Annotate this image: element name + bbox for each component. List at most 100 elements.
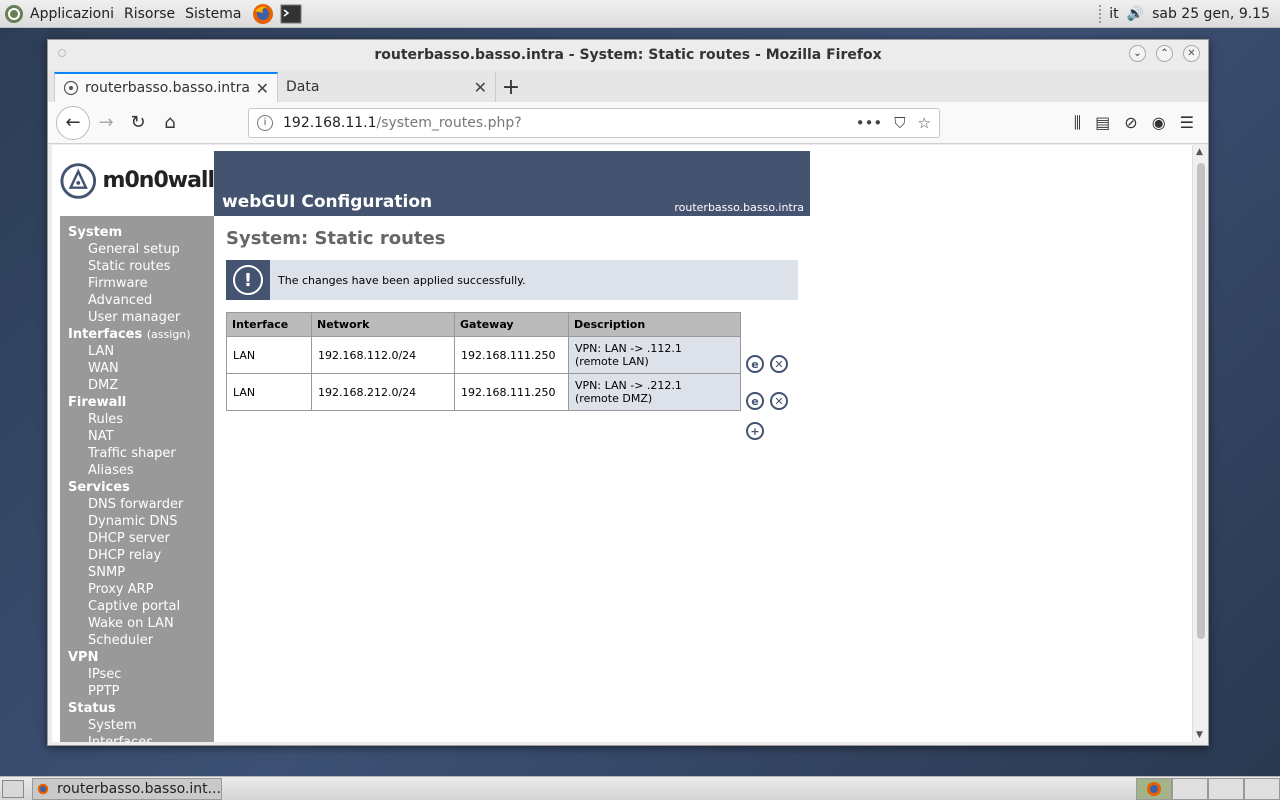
url-bar[interactable]: i 192.168.11.1 /system_routes.php? ••• ⛉… (248, 107, 940, 138)
scroll-down-icon[interactable]: ▼ (1196, 730, 1203, 740)
sidebar-item-dhcp-server[interactable]: DHCP server (60, 530, 214, 547)
sidebar-item-user-manager[interactable]: User manager (60, 309, 214, 326)
sidebar-item-aliases[interactable]: Aliases (60, 462, 214, 479)
menu-places[interactable]: Risorse (124, 6, 175, 22)
minimize-button[interactable]: ⌄ (1129, 45, 1146, 62)
m0n0wall-logo[interactable]: m0n0wall (60, 151, 215, 210)
sidebar-item-scheduler[interactable]: Scheduler (60, 632, 214, 649)
firefox-icon (1147, 781, 1161, 796)
close-window-button[interactable]: ✕ (1183, 45, 1200, 62)
workspace-4[interactable] (1244, 777, 1280, 800)
home-button[interactable]: ⌂ (154, 107, 186, 139)
header-title: webGUI Configuration (222, 192, 433, 212)
routes-table: Interface Network Gateway Description LA… (226, 312, 741, 411)
sidebar-section-status: Status (68, 701, 116, 716)
tab-static-routes[interactable]: routerbasso.basso.intra - System: Static… (54, 72, 278, 102)
workspace-switcher (1136, 777, 1280, 800)
maximize-button[interactable]: ⌃ (1156, 45, 1173, 62)
site-info-icon[interactable]: i (257, 114, 273, 131)
firefox-launcher-icon[interactable] (252, 3, 274, 25)
cell-network: 192.168.212.0/24 (311, 373, 455, 411)
sidebar-item-dhcp-relay[interactable]: DHCP relay (60, 547, 214, 564)
header-hostname: routerbasso.basso.intra (674, 201, 804, 214)
sidebar-item-dynamic-dns[interactable]: Dynamic DNS (60, 513, 214, 530)
no-script-icon[interactable]: ⊘ (1124, 113, 1137, 132)
page-title: System: Static routes (226, 228, 446, 249)
menu-system[interactable]: Sistema (185, 6, 241, 22)
bookmark-star-icon[interactable]: ☆ (918, 114, 931, 132)
delete-route-icon[interactable]: ✕ (770, 355, 788, 373)
tab-bar: routerbasso.basso.intra - System: Static… (48, 70, 1208, 102)
sidebar-item-wake-on-lan[interactable]: Wake on LAN (60, 615, 214, 632)
mate-menu-icon[interactable] (4, 4, 24, 24)
sidebar-item-dns-forwarder[interactable]: DNS forwarder (60, 496, 214, 513)
sidebar-item-nat[interactable]: NAT (60, 428, 214, 445)
new-tab-button[interactable]: + (496, 72, 526, 102)
reload-button[interactable]: ↻ (122, 107, 154, 139)
edit-route-icon[interactable]: e (746, 392, 764, 410)
sidebar-item-lan[interactable]: LAN (60, 343, 214, 360)
m0n0wall-logo-icon (60, 162, 97, 199)
sidebar-item-pptp[interactable]: PPTP (60, 683, 214, 700)
window-menu-dot[interactable] (58, 49, 66, 57)
scroll-up-icon[interactable]: ▲ (1196, 147, 1203, 157)
workspace-1[interactable] (1136, 777, 1172, 800)
hamburger-menu-icon[interactable]: ☰ (1180, 113, 1194, 132)
sidebar-item-captive-portal[interactable]: Captive portal (60, 598, 214, 615)
sidebar-section-firewall: Firewall (68, 395, 127, 410)
sidebar-item-proxy-arp[interactable]: Proxy ARP (60, 581, 214, 598)
sidebar-section-interfaces: Interfaces (assign) (60, 326, 214, 343)
table-row[interactable]: LAN 192.168.212.0/24 192.168.111.250 VPN… (226, 373, 741, 411)
sidebar-item-rules[interactable]: Rules (60, 411, 214, 428)
add-route-icon[interactable]: + (746, 422, 764, 440)
description-line: VPN: LAN -> .112.1 (575, 342, 682, 355)
window-titlebar[interactable]: routerbasso.basso.intra - System: Static… (48, 40, 1208, 70)
sidebar-item-snmp[interactable]: SNMP (60, 564, 214, 581)
sidebar-item-status-system[interactable]: System (60, 717, 214, 734)
pocket-icon[interactable]: ⛉ (894, 114, 905, 132)
edit-route-icon[interactable]: e (746, 355, 764, 373)
description-line: VPN: LAN -> .212.1 (575, 379, 682, 392)
workspace-3[interactable] (1208, 777, 1244, 800)
close-tab-icon[interactable]: ✕ (256, 79, 269, 98)
library-icon[interactable]: ⫼ (1074, 113, 1081, 133)
sidebar-item-ipsec[interactable]: IPsec (60, 666, 214, 683)
tab-data[interactable]: Data ✕ (278, 72, 496, 102)
header-band: webGUI Configuration routerbasso.basso.i… (214, 151, 810, 216)
menu-applications[interactable]: Applicazioni (30, 6, 114, 22)
column-header-network: Network (311, 312, 455, 337)
terminal-launcher-icon[interactable] (280, 3, 302, 25)
sidebar-item-advanced[interactable]: Advanced (60, 292, 214, 309)
sidebar-item-wan[interactable]: WAN (60, 360, 214, 377)
table-row[interactable]: LAN 192.168.112.0/24 192.168.111.250 VPN… (226, 336, 741, 374)
scrollbar-thumb[interactable] (1197, 163, 1205, 639)
back-button[interactable]: ← (56, 105, 90, 140)
description-line: (remote DMZ) (575, 392, 653, 405)
sidebar-assign-link[interactable]: (assign) (147, 328, 191, 341)
clock[interactable]: sab 25 gen, 9.15 (1152, 6, 1270, 22)
add-actions: + (746, 422, 764, 440)
taskbar-firefox-task[interactable]: routerbasso.basso.int... (32, 777, 222, 800)
url-host: 192.168.11.1 (283, 114, 377, 131)
sidebar-item-static-routes[interactable]: Static routes (60, 258, 214, 275)
sidebar-toggle-icon[interactable]: ▤ (1095, 113, 1110, 132)
sidebar-item-dmz[interactable]: DMZ (60, 377, 214, 394)
sidebar-item-status-interfaces[interactable]: Interfaces (60, 734, 214, 742)
sidebar-nav: System General setup Static routes Firmw… (60, 216, 214, 742)
page-actions-icon[interactable]: ••• (856, 114, 883, 132)
sidebar-section-interfaces-label: Interfaces (68, 327, 143, 342)
forward-button[interactable]: → (90, 107, 122, 139)
delete-route-icon[interactable]: ✕ (770, 392, 788, 410)
info-message-text: The changes have been applied successful… (278, 273, 526, 287)
show-desktop-button[interactable] (2, 779, 24, 798)
page-scrollbar[interactable]: ▲ ▼ (1192, 145, 1208, 742)
sidebar-item-firmware[interactable]: Firmware (60, 275, 214, 292)
sidebar-item-traffic-shaper[interactable]: Traffic shaper (60, 445, 214, 462)
sidebar-item-general-setup[interactable]: General setup (60, 241, 214, 258)
exclamation-icon: ! (233, 265, 263, 295)
keyboard-layout-indicator[interactable]: it (1109, 6, 1118, 22)
volume-icon[interactable]: 🔊 (1127, 6, 1144, 22)
workspace-2[interactable] (1172, 777, 1208, 800)
close-tab-icon[interactable]: ✕ (474, 78, 487, 97)
account-icon[interactable]: ◉ (1152, 113, 1166, 132)
